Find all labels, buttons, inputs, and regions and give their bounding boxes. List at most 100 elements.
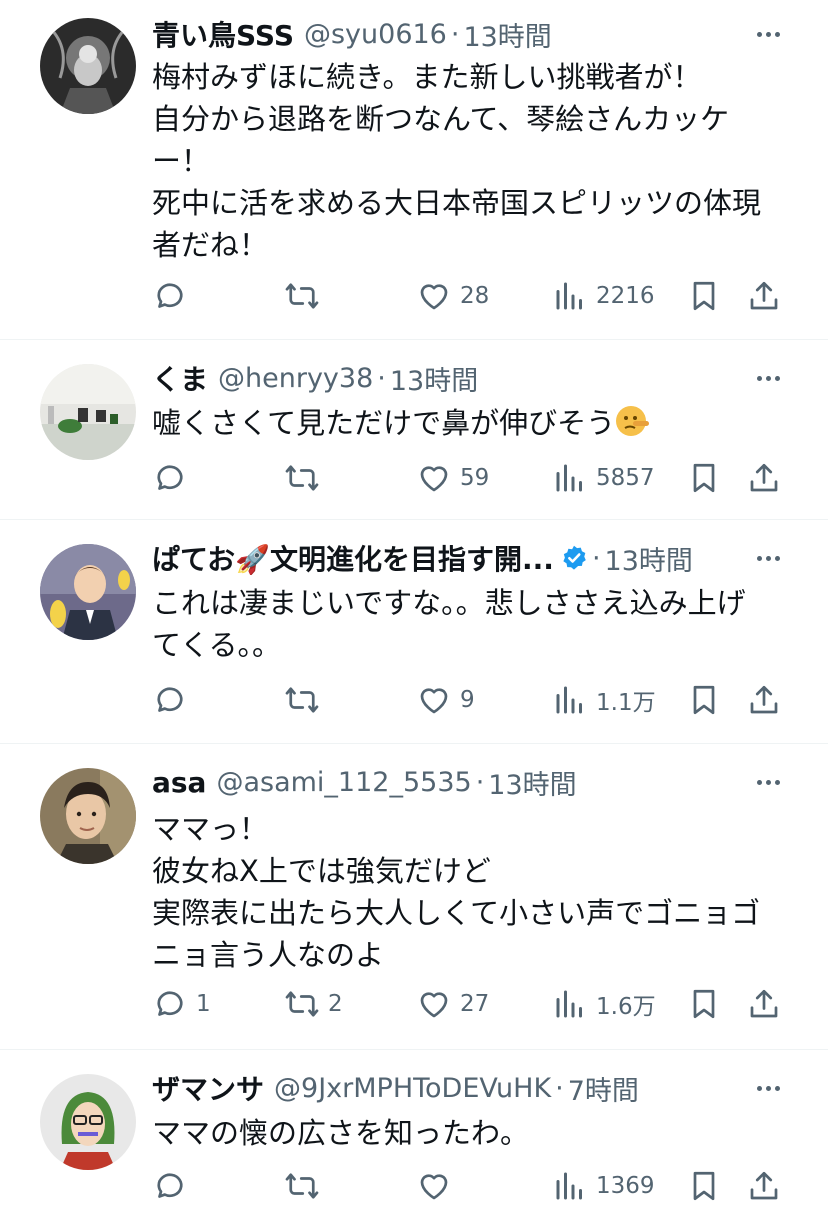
bookmark-icon — [693, 463, 715, 493]
like-icon — [420, 284, 448, 310]
reply-button[interactable] — [152, 458, 196, 498]
like-button[interactable]: 9 — [416, 680, 475, 720]
action-bar: 1369 — [152, 1166, 792, 1206]
share-button[interactable] — [746, 276, 782, 316]
more-icon[interactable] — [748, 762, 788, 802]
share-button[interactable] — [746, 984, 782, 1024]
bookmark-icon — [693, 281, 715, 311]
action-bar: 9 1.1万 — [152, 680, 792, 720]
display-name[interactable]: 青い鳥SSS — [152, 14, 294, 54]
reply-button[interactable] — [152, 1166, 196, 1206]
repost-count: 2 — [328, 991, 343, 1017]
repost-button[interactable]: 2 — [284, 984, 343, 1024]
display-name[interactable]: asa — [152, 766, 206, 799]
like-icon — [420, 1174, 448, 1200]
avatar[interactable] — [40, 364, 136, 460]
post[interactable]: ぱてお🚀文明進化を目指す開... · 13時間 これは凄まじいですな。。悲しささ… — [0, 520, 828, 744]
post-text: 嘘くさくて見ただけで鼻が伸びそう — [152, 402, 792, 444]
display-name[interactable]: くま — [152, 358, 208, 398]
share-button[interactable] — [746, 458, 782, 498]
reply-icon — [157, 1173, 183, 1198]
share-icon — [750, 989, 778, 1018]
reply-icon — [157, 991, 183, 1016]
bookmark-button[interactable] — [686, 680, 722, 720]
more-icon[interactable] — [748, 358, 788, 398]
text-line: 者だね！ — [152, 228, 269, 262]
display-name[interactable]: ぱてお🚀文明進化を目指す開... — [152, 538, 554, 578]
reply-button[interactable]: 1 — [152, 984, 211, 1024]
avatar[interactable] — [40, 544, 136, 640]
views-button[interactable]: 2216 — [552, 276, 655, 316]
user-handle[interactable]: @9JxrMPHToDEVuHK — [274, 1073, 551, 1104]
bookmark-button[interactable] — [686, 276, 722, 316]
avatar[interactable] — [40, 1074, 136, 1170]
text-line: ニョ言う人なのよ — [152, 938, 385, 972]
reply-button[interactable] — [152, 680, 196, 720]
views-button[interactable]: 1.6万 — [552, 984, 656, 1024]
like-button[interactable] — [416, 1166, 460, 1206]
like-icon — [420, 466, 448, 492]
avatar[interactable] — [40, 768, 136, 864]
separator-dot: · — [377, 362, 386, 394]
text-line: これは凄まじいですな。。悲しささえ込み上げ — [152, 586, 746, 620]
post[interactable]: asa @asami_112_5535 · 13時間 ママっ！ 彼女ねX上では強… — [0, 744, 828, 1050]
like-button[interactable]: 28 — [416, 276, 489, 316]
bookmark-icon — [693, 989, 715, 1019]
share-button[interactable] — [746, 1166, 782, 1206]
more-icon[interactable] — [748, 538, 788, 578]
post[interactable]: 青い鳥SSS @syu0616 · 13時間 梅村みずほに続き。また新しい挑戦者… — [0, 0, 828, 340]
view-count: 1369 — [596, 1173, 655, 1199]
avatar[interactable] — [40, 18, 136, 114]
more-icon[interactable] — [748, 14, 788, 54]
post-time[interactable]: 13時間 — [463, 15, 551, 54]
post[interactable]: ザマンサ @9JxrMPHToDEVuHK · 7時間 ママの懐の広さを知ったわ… — [0, 1050, 828, 1222]
user-handle[interactable]: @henryy38 — [218, 363, 373, 394]
view-count: 5857 — [596, 465, 655, 491]
bookmark-button[interactable] — [686, 984, 722, 1024]
text-line: ママの懐の広さを知ったわ。 — [152, 1116, 530, 1150]
bookmark-button[interactable] — [686, 458, 722, 498]
separator-dot: · — [450, 18, 460, 50]
post-time[interactable]: 13時間 — [488, 763, 576, 802]
text-line: 彼女ねX上では強気だけど — [152, 854, 491, 888]
post-time[interactable]: 13時間 — [390, 359, 478, 398]
views-icon — [556, 282, 582, 310]
like-count: 28 — [460, 283, 490, 309]
post-text: ママっ！ 彼女ねX上では強気だけど 実際表に出たら大人しくて小さい声でゴニョゴ … — [152, 808, 792, 976]
post-time[interactable]: 7時間 — [568, 1069, 639, 1108]
repost-button[interactable] — [284, 1166, 328, 1206]
user-handle[interactable]: @syu0616 — [304, 19, 447, 50]
bookmark-button[interactable] — [686, 1166, 722, 1206]
view-count: 2216 — [596, 283, 655, 309]
text-line: てくる。。 — [152, 628, 282, 662]
user-handle[interactable]: @asami_112_5535 — [216, 767, 471, 798]
text-line: 梅村みずほに続き。また新しい挑戦者が！ — [152, 60, 702, 94]
like-count: 59 — [460, 465, 490, 491]
views-button[interactable]: 1369 — [552, 1166, 655, 1206]
like-count: 9 — [460, 687, 475, 713]
post-text: 梅村みずほに続き。また新しい挑戦者が！ 自分から退路を断つなんて、琴絵さんカッケ… — [152, 56, 792, 266]
view-count: 1.1万 — [596, 690, 656, 716]
like-button[interactable]: 27 — [416, 984, 489, 1024]
lying-face-emoji — [616, 406, 650, 436]
repost-button[interactable] — [284, 458, 328, 498]
views-icon — [556, 464, 582, 492]
views-button[interactable]: 1.1万 — [552, 680, 656, 720]
repost-icon — [285, 1173, 319, 1199]
share-button[interactable] — [746, 680, 782, 720]
views-button[interactable]: 5857 — [552, 458, 655, 498]
views-icon — [556, 990, 582, 1018]
post-time[interactable]: 13時間 — [605, 539, 693, 578]
display-name[interactable]: ザマンサ — [152, 1068, 264, 1108]
post[interactable]: くま @henryy38 · 13時間 嘘くさくて見ただけで鼻が伸びそう 59 … — [0, 340, 828, 520]
post-header: ザマンサ @9JxrMPHToDEVuHK · 7時間 — [152, 1068, 748, 1108]
repost-button[interactable] — [284, 680, 328, 720]
more-icon[interactable] — [748, 1068, 788, 1108]
repost-icon — [285, 991, 319, 1017]
like-button[interactable]: 59 — [416, 458, 489, 498]
verified-badge-icon — [563, 545, 586, 570]
bookmark-icon — [693, 1171, 715, 1201]
separator-dot: · — [591, 542, 601, 574]
repost-button[interactable] — [284, 276, 328, 316]
reply-button[interactable] — [152, 276, 196, 316]
